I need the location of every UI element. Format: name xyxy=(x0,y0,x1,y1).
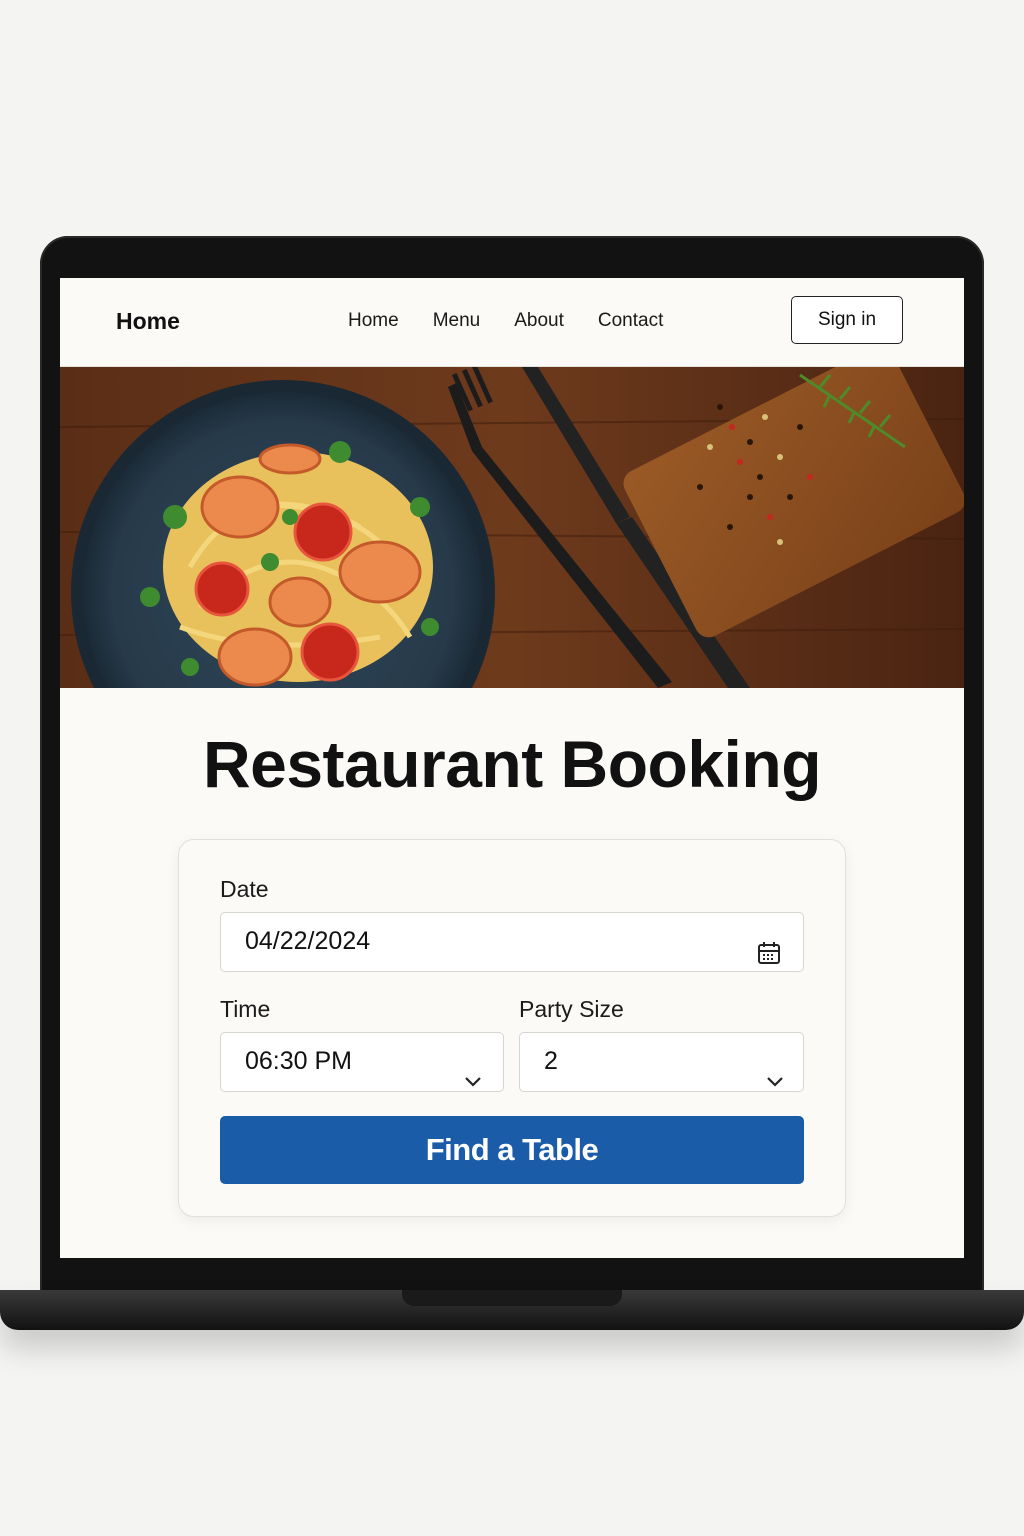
time-label: Time xyxy=(220,996,271,1022)
date-label: Date xyxy=(220,876,269,902)
chevron-down-icon xyxy=(463,1053,483,1110)
date-value: 04/22/2024 xyxy=(245,927,371,955)
calendar-icon[interactable] xyxy=(757,929,781,986)
nav-links: Home Menu About Contact xyxy=(348,310,663,332)
brand-logo[interactable]: Home xyxy=(116,308,180,335)
time-value: 06:30 PM xyxy=(245,1047,353,1075)
party-size-value: 2 xyxy=(544,1047,558,1075)
booking-form-card: Date 04/22/2024 Time 06:30 PM Party Size xyxy=(178,839,846,1217)
nav-link-about[interactable]: About xyxy=(514,310,564,332)
nav-link-contact[interactable]: Contact xyxy=(598,310,663,332)
time-select[interactable]: 06:30 PM xyxy=(220,1032,504,1092)
party-size-select[interactable]: 2 xyxy=(519,1032,804,1092)
browser-screen: Home Home Menu About Contact Sign in Res… xyxy=(60,278,964,1258)
sign-in-button[interactable]: Sign in xyxy=(791,296,903,344)
navbar: Home Home Menu About Contact Sign in xyxy=(60,278,964,367)
chevron-down-icon xyxy=(765,1053,785,1110)
page-title: Restaurant Booking xyxy=(202,727,822,801)
party-size-label: Party Size xyxy=(519,996,624,1022)
nav-link-menu[interactable]: Menu xyxy=(433,310,481,332)
hero-image xyxy=(60,367,964,688)
find-table-button[interactable]: Find a Table xyxy=(220,1116,804,1184)
laptop-notch xyxy=(402,1290,622,1306)
date-input[interactable]: 04/22/2024 xyxy=(220,912,804,972)
nav-link-home[interactable]: Home xyxy=(348,310,399,332)
